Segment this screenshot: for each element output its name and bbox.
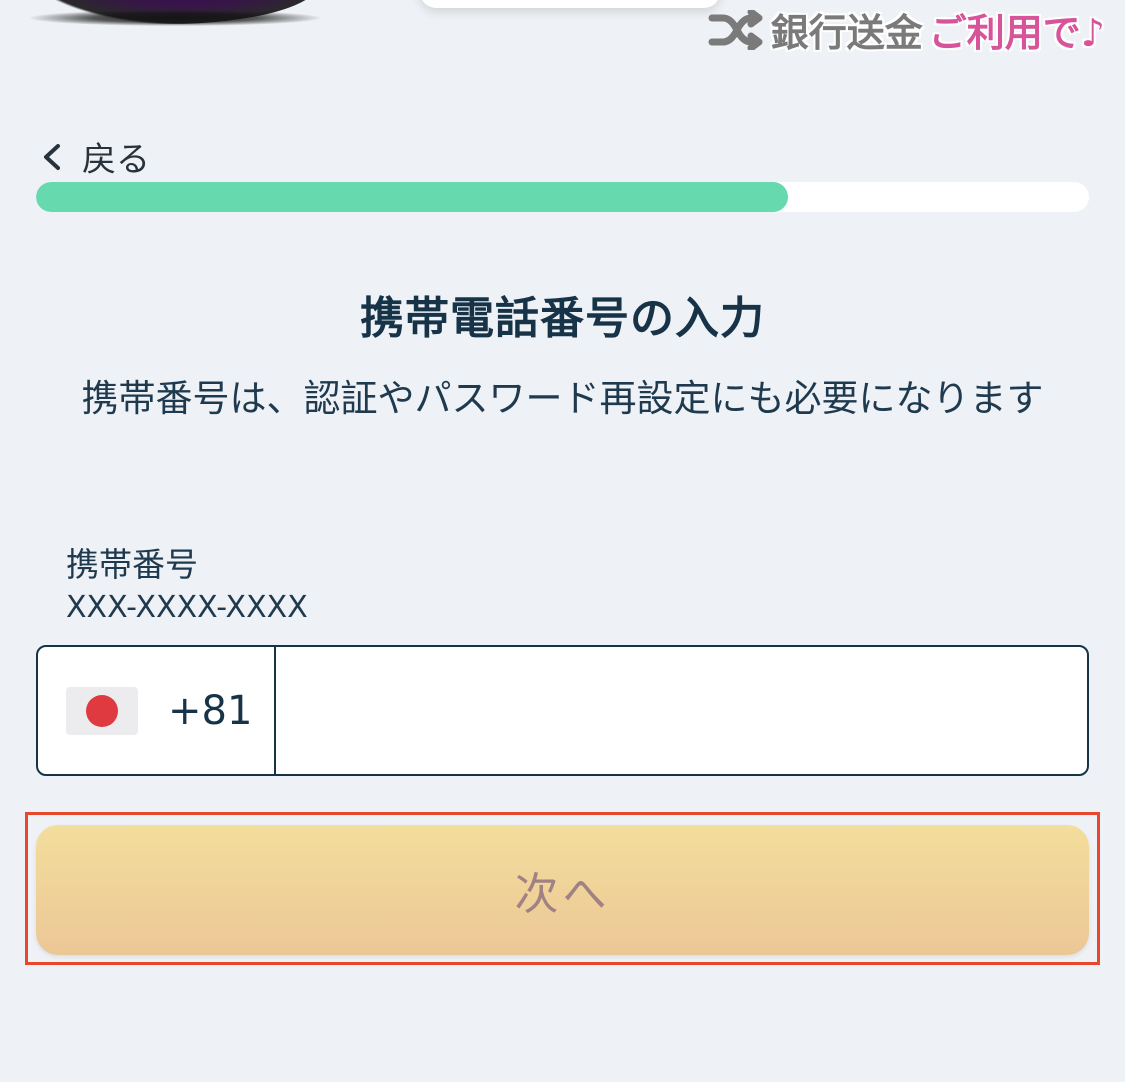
phone-input-group: +81 xyxy=(36,645,1089,776)
dial-code: +81 xyxy=(168,687,253,734)
back-link[interactable]: 戻る xyxy=(40,132,150,181)
page-title: 携帯電話番号の入力 xyxy=(360,293,765,344)
flag-sun-circle xyxy=(86,694,118,727)
back-link-label: 戻る xyxy=(82,140,150,180)
progress-bar-fill xyxy=(36,182,788,212)
page-description: 携帯番号は、認証やパスワード再設定にも必要になります xyxy=(81,377,1044,420)
phone-number-input[interactable] xyxy=(276,647,1087,774)
banner-shadow xyxy=(30,10,320,26)
next-button[interactable]: 次へ xyxy=(36,825,1089,955)
banner-promo-text: 銀行送金 ご利用で♪ xyxy=(707,2,1105,57)
japan-flag-icon xyxy=(66,686,138,735)
phone-format-hint: XXX-XXXX-XXXX xyxy=(66,590,308,625)
phone-field-label: 携帯番号 xyxy=(66,545,198,584)
shuffle-icon xyxy=(708,9,763,50)
banner-use-text: ご利用で♪ xyxy=(928,11,1105,55)
banner-bank-transfer-text: 銀行送金 xyxy=(770,11,923,55)
banner-card xyxy=(420,0,720,8)
country-code-selector[interactable]: +81 xyxy=(38,647,276,774)
progress-bar xyxy=(36,182,1089,212)
top-banner: 銀行送金 ご利用で♪ xyxy=(0,0,1125,58)
chevron-left-icon xyxy=(44,143,60,170)
